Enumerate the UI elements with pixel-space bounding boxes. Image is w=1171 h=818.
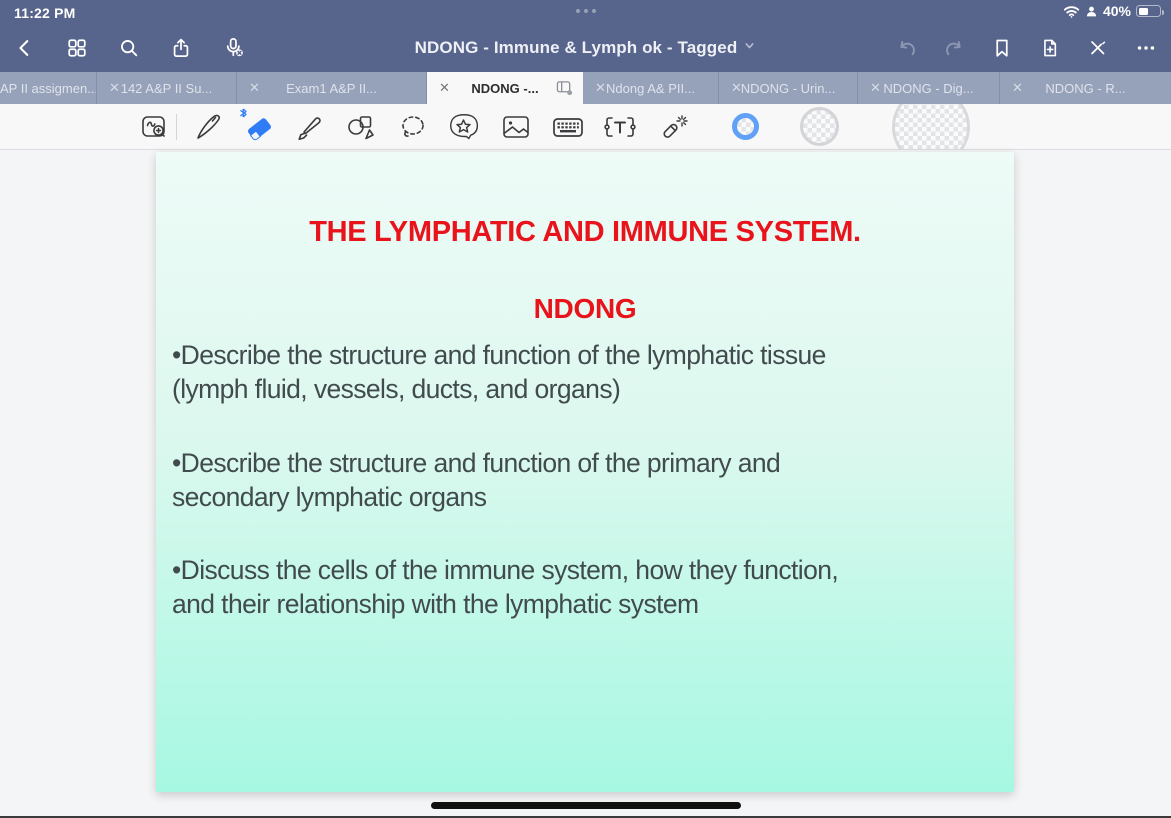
status-bar: 11:22 PM 40% — [0, 0, 1171, 24]
battery-icon — [1136, 5, 1164, 17]
pen-tool[interactable] — [189, 107, 229, 147]
slide-title: THE LYMPHATIC AND IMMUNE SYSTEM. — [309, 216, 861, 248]
lasso-tool[interactable] — [393, 107, 433, 147]
document-title: NDONG - Immune & Lymph ok - Tagged — [414, 38, 738, 57]
home-indicator[interactable] — [430, 802, 741, 809]
person-icon — [1085, 5, 1098, 18]
eraser-size-small-selected[interactable] — [732, 113, 759, 140]
tab-ndong-ap-ii[interactable]: ✕ Ndong A& PII... — [583, 72, 719, 104]
close-icon[interactable]: ✕ — [109, 81, 120, 94]
chevron-down-icon — [743, 39, 756, 57]
bookmark-button[interactable] — [987, 33, 1017, 63]
laser-pointer-tool[interactable] — [652, 107, 692, 147]
tab-bar: AP II assigmen... ✕ 142 A&P II Su... ✕ E… — [0, 72, 1171, 104]
share-button[interactable] — [166, 33, 196, 63]
tab-exam1-ap-ii[interactable]: ✕ Exam1 A&P II... — [237, 72, 427, 104]
mic-disabled-icon[interactable] — [218, 33, 248, 63]
image-tool[interactable] — [496, 107, 536, 147]
undo-button[interactable] — [891, 33, 921, 63]
highlighter-tool[interactable] — [289, 107, 329, 147]
back-button[interactable] — [10, 33, 40, 63]
tab-ap-ii-assignments[interactable]: AP II assigmen... — [0, 72, 97, 104]
tab-ndong-urinary[interactable]: ✕ NDONG - Urin... — [719, 72, 858, 104]
shapes-tool[interactable] — [341, 107, 381, 147]
clock: 11:22 PM — [14, 5, 76, 21]
close-icon[interactable]: ✕ — [439, 81, 450, 94]
close-icon[interactable]: ✕ — [249, 81, 260, 94]
goodnotes-app-window: 11:22 PM 40% NDONG - Immune & Lymph ok -… — [0, 0, 1171, 818]
eraser-size-medium[interactable] — [800, 107, 839, 146]
navigation-bar: NDONG - Immune & Lymph ok - Tagged — [0, 24, 1171, 72]
thumbnails-grid-button[interactable] — [62, 33, 92, 63]
close-icon[interactable]: ✕ — [731, 81, 742, 94]
document-page[interactable]: THE LYMPHATIC AND IMMUNE SYSTEM. NDONG •… — [156, 152, 1014, 792]
bullet-item: •Describe the structure and function of … — [172, 340, 826, 404]
tab-ndong-active[interactable]: ✕ NDONG -... — [427, 72, 583, 104]
multitasking-indicator-icon[interactable] — [575, 9, 596, 13]
close-icon[interactable]: ✕ — [870, 81, 881, 94]
toolbar-divider — [176, 113, 177, 140]
edit-mode-toggle-icon[interactable] — [1083, 33, 1113, 63]
document-title-menu[interactable]: NDONG - Immune & Lymph ok - Tagged — [415, 38, 757, 58]
document-canvas-area: THE LYMPHATIC AND IMMUNE SYSTEM. NDONG •… — [0, 150, 1171, 818]
zoom-window-tool[interactable] — [134, 107, 174, 147]
keyboard-tool[interactable] — [548, 107, 588, 147]
add-page-button[interactable] — [1035, 33, 1065, 63]
close-icon[interactable]: ✕ — [1012, 81, 1023, 94]
tab-ndong-digestive[interactable]: ✕ NDONG - Dig... — [858, 72, 1000, 104]
tab-142-ap-ii[interactable]: ✕ 142 A&P II Su... — [97, 72, 237, 104]
bullet-item: •Describe the structure and function of … — [172, 448, 781, 512]
tab-pages-icon — [556, 80, 573, 101]
eraser-tool[interactable] — [237, 107, 277, 147]
stickers-tool[interactable] — [444, 107, 484, 147]
top-bar: 11:22 PM 40% NDONG - Immune & Lymph ok -… — [0, 0, 1171, 72]
search-button[interactable] — [114, 33, 144, 63]
battery-percent: 40% — [1102, 3, 1131, 19]
more-button[interactable] — [1131, 33, 1161, 63]
text-tool[interactable] — [600, 107, 640, 147]
close-icon[interactable]: ✕ — [595, 81, 606, 94]
bullet-item: •Discuss the cells of the immune system,… — [172, 555, 839, 619]
redo-button[interactable] — [939, 33, 969, 63]
wifi-icon — [1063, 5, 1080, 18]
tab-ndong-r[interactable]: ✕ NDONG - R... — [1000, 72, 1171, 104]
slide-subtitle: NDONG — [533, 293, 637, 324]
tools-toolbar — [0, 104, 1171, 150]
eraser-size-large[interactable] — [892, 104, 970, 149]
